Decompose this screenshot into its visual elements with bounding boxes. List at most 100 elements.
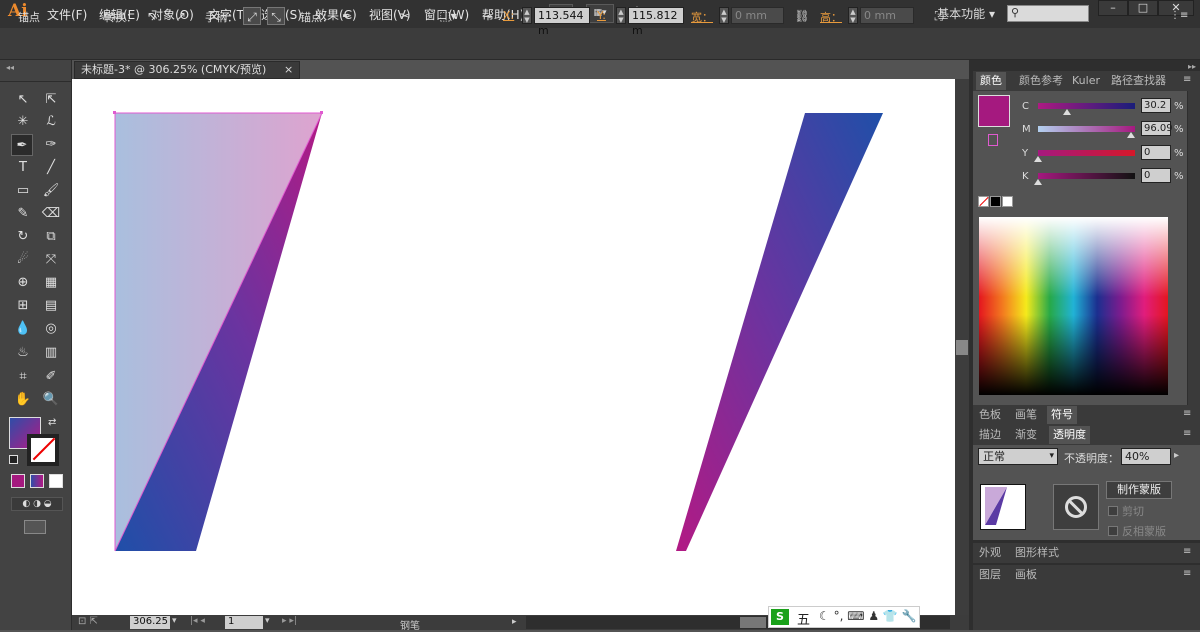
x-input[interactable]: 113.544 m (534, 7, 590, 37)
width-input[interactable]: 0 mm (731, 7, 784, 24)
channel-m-value[interactable]: 96.09 (1141, 121, 1173, 136)
transparency-panel-menu-icon[interactable]: ≡ (1183, 428, 1191, 439)
mask-thumbnail[interactable] (1053, 484, 1099, 530)
channel-y-slider[interactable] (1038, 150, 1135, 156)
zoom-dropdown-icon[interactable]: ▾ (172, 616, 177, 626)
opacity-input[interactable]: 40% (1121, 448, 1171, 465)
maximize-button[interactable]: □ (1128, 0, 1158, 16)
zoom-input[interactable]: 306.25 (130, 616, 170, 629)
zoom-tool-icon[interactable]: 🔍 (40, 389, 62, 411)
screen-mode-icon[interactable] (24, 520, 46, 534)
lasso-tool-icon[interactable]: ℒ (40, 111, 62, 133)
x-stepper[interactable]: ▲ ▼ (522, 7, 532, 24)
warp-tool-icon[interactable]: ☄ (12, 249, 34, 271)
document-tab[interactable]: 未标题-3* @ 306.25% (CMYK/预览) (74, 61, 300, 79)
magic-wand-tool-icon[interactable]: ✳ (12, 111, 34, 133)
channel-m-thumb[interactable] (1127, 132, 1136, 138)
width-label[interactable]: 宽： (691, 9, 713, 25)
none-color-chip[interactable] (978, 196, 989, 207)
color-spectrum[interactable] (979, 217, 1168, 395)
eyedropper-tool-icon[interactable]: 💧 (12, 318, 34, 340)
close-tab-icon[interactable]: × (284, 63, 293, 76)
height-input[interactable]: 0 mm (860, 7, 914, 24)
white-color-chip[interactable] (1002, 196, 1013, 207)
channel-c-value[interactable]: 30.2 (1141, 98, 1171, 113)
out-of-gamut-icon[interactable] (988, 134, 998, 146)
default-colors-icon[interactable] (9, 455, 18, 464)
channel-y-thumb[interactable] (1034, 156, 1042, 162)
y-stepper[interactable]: ▲ ▼ (616, 7, 626, 24)
status-icons[interactable]: ⊡ ⇱ (78, 616, 98, 627)
dock-scrollbar[interactable] (1188, 91, 1200, 405)
channel-k-value[interactable]: 0 (1141, 168, 1171, 183)
line-tool-icon[interactable]: ╱ (40, 157, 62, 179)
convert-to-smooth-icon[interactable]: ↗ (172, 7, 190, 25)
hide-handles-icon[interactable]: ⤡ (267, 7, 285, 25)
curvature-tool-icon[interactable]: ✑ (40, 134, 62, 156)
rectangle-tool-icon[interactable]: ▭ (12, 180, 34, 202)
none-mode-icon[interactable] (49, 474, 63, 488)
gradient-tool-icon[interactable]: ▤ (40, 295, 62, 317)
menu-file[interactable]: 文件(F) (47, 6, 87, 23)
vertical-scrollbar-thumb[interactable] (956, 340, 968, 355)
gradient-mode-icon[interactable] (30, 474, 44, 488)
layers-panel-menu-icon[interactable]: ≡ (1183, 568, 1191, 579)
ime-mode-label[interactable]: 五 (797, 609, 810, 628)
slice-tool-icon[interactable]: ✐ (40, 366, 62, 388)
free-transform-tool-icon[interactable]: ⤧ (40, 249, 62, 271)
tab-appearance[interactable]: 外观 (975, 544, 1005, 562)
tab-color-guide[interactable]: 颜色参考 (1015, 72, 1067, 90)
scale-tool-icon[interactable]: ⧉ (40, 226, 62, 248)
paintbrush-tool-icon[interactable]: 🖌 (40, 180, 62, 202)
shape-builder-tool-icon[interactable]: ⊕ (12, 272, 34, 294)
isolate-points-icon[interactable]: ⬚▾ (436, 7, 460, 25)
perspective-grid-tool-icon[interactable]: ▦ (40, 272, 62, 294)
hand-tool-icon[interactable]: ✋ (12, 389, 34, 411)
cut-path-icon[interactable]: ✂ (396, 7, 414, 25)
width-stepper[interactable]: ▲ ▼ (719, 7, 729, 24)
right-gradient-shape[interactable] (676, 113, 883, 551)
tab-symbols[interactable]: 符号 (1047, 406, 1077, 424)
control-menu-icon[interactable]: ⋮≡ (1170, 7, 1188, 25)
black-color-chip[interactable] (990, 196, 1001, 207)
show-handles-icon[interactable]: ⤢ (243, 7, 261, 25)
ime-icons[interactable]: ☾ °, ⌨ ♟ 👕 🔧 (819, 609, 917, 623)
symbol-sprayer-tool-icon[interactable]: ♨ (12, 342, 34, 364)
tab-pathfinder[interactable]: 路径查找器 (1107, 72, 1170, 90)
artboard-next-icons[interactable]: ▸ ▸| (282, 616, 297, 626)
pencil-tool-icon[interactable]: ✎ (12, 203, 34, 225)
type-tool-icon[interactable]: T (12, 157, 34, 179)
blend-tool-icon[interactable]: ◎ (40, 318, 62, 340)
draw-mode-icons[interactable]: ◐ ◑ ◒ (11, 497, 63, 511)
tab-artboards[interactable]: 画板 (1011, 566, 1041, 584)
collapse-panels-icon[interactable]: ▸▸ (973, 63, 1200, 71)
selection-tool-icon[interactable]: ↖ (12, 89, 34, 111)
pen-tool-icon[interactable]: ✒ (11, 134, 33, 156)
column-graph-tool-icon[interactable]: ▥ (40, 342, 62, 364)
align-icon[interactable]: ⊸ (478, 7, 496, 25)
channel-k-slider[interactable] (1038, 173, 1135, 179)
artboard-tool-icon[interactable]: ⌗ (12, 366, 34, 388)
tab-swatches[interactable]: 色板 (975, 406, 1005, 424)
horizontal-scrollbar-thumb[interactable] (740, 617, 766, 628)
blend-mode-select[interactable]: 正常 ▾ (978, 448, 1058, 465)
opacity-dropdown-icon[interactable]: ▸ (1174, 450, 1179, 461)
mesh-tool-icon[interactable]: ⊞ (12, 295, 34, 317)
anchor-point-top-left[interactable] (113, 111, 116, 114)
channel-c-thumb[interactable] (1063, 109, 1072, 115)
artboard-number-input[interactable]: 1 (225, 616, 263, 629)
remove-anchor-icon[interactable]: ✒ (338, 7, 356, 25)
object-thumbnail[interactable] (980, 484, 1026, 530)
status-menu-icon[interactable]: ▸ (512, 617, 517, 627)
y-label[interactable]: Y: (597, 9, 606, 22)
search-input[interactable]: ⚲ (1007, 5, 1089, 22)
tab-transparency[interactable]: 透明度 (1049, 426, 1090, 444)
artboard-dropdown-icon[interactable]: ▾ (265, 616, 270, 626)
appearance-panel-menu-icon[interactable]: ≡ (1183, 546, 1191, 557)
tab-stroke[interactable]: 描边 (975, 426, 1005, 444)
convert-to-corner-icon[interactable]: ↖ (143, 7, 161, 25)
swap-fill-stroke-icon[interactable]: ⇄ (48, 417, 56, 428)
channel-m-slider[interactable] (1038, 126, 1135, 132)
current-fill-color[interactable] (978, 95, 1010, 127)
height-stepper[interactable]: ▲ ▼ (848, 7, 858, 24)
